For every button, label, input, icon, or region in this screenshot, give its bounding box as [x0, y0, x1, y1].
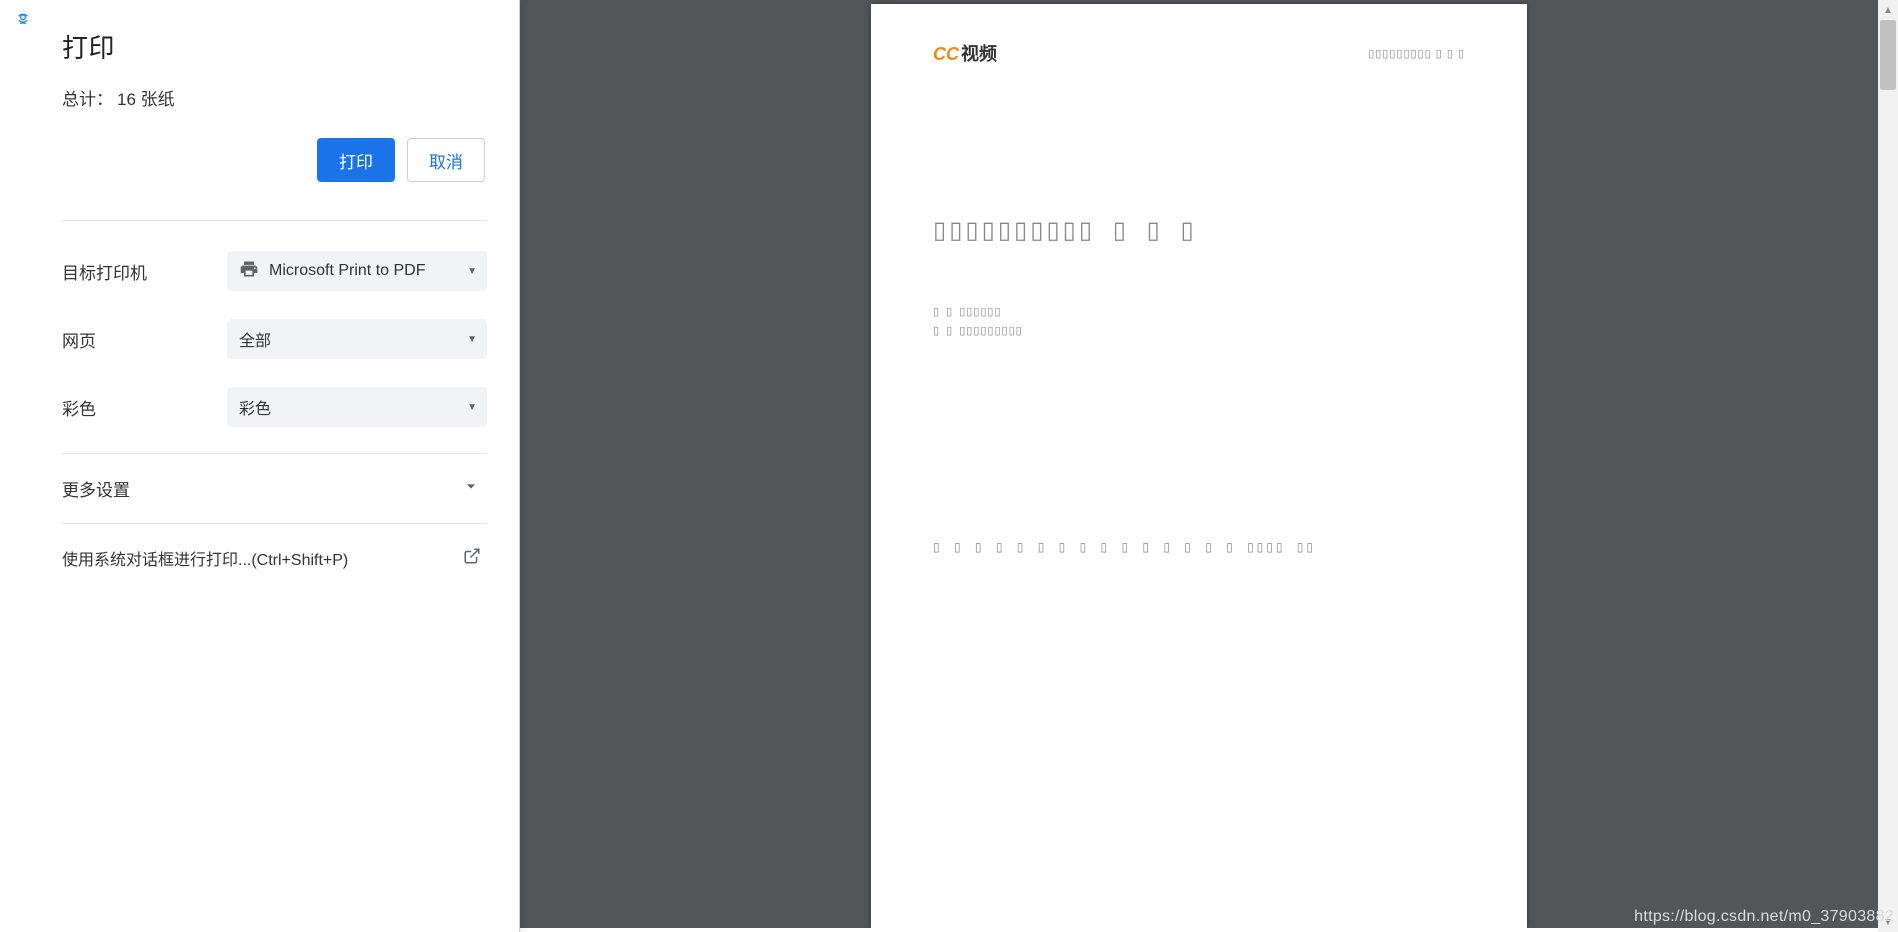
scroll-thumb[interactable]: [1880, 20, 1896, 90]
sheet-count: 总计：16 张纸: [62, 85, 487, 110]
system-print-link[interactable]: 使用系统对话框进行打印...(Ctrl+Shift+P): [62, 524, 487, 592]
logo: CC视频: [933, 40, 997, 66]
color-value: 彩色: [239, 395, 467, 419]
printer-value: Microsoft Print to PDF: [269, 262, 467, 280]
print-preview[interactable]: CC视频 ▯▯▯▯▯▯▯▯▯ ▯ ▯ ▯ ▯▯▯▯▯▯▯▯▯▯ ▯ ▯ ▯ ▯ …: [520, 0, 1878, 932]
browser-left-edge: [0, 0, 30, 932]
page-header: CC视频 ▯▯▯▯▯▯▯▯▯ ▯ ▯ ▯: [933, 40, 1465, 66]
pages-dropdown[interactable]: 全部 ▼: [227, 319, 487, 359]
pages-label: 网页: [62, 327, 227, 352]
printer-icon: [239, 259, 259, 284]
header-right-text: ▯▯▯▯▯▯▯▯▯ ▯ ▯ ▯: [1368, 47, 1465, 60]
app-icon: [15, 12, 31, 33]
logo-text: 视频: [961, 44, 997, 64]
logo-cc: CC: [933, 44, 959, 64]
scroll-up-button[interactable]: ▲: [1878, 0, 1898, 20]
meta-line-2: ▯ ▯ ▯▯▯▯▯▯▯▯▯: [933, 322, 1465, 341]
summary-value: 16 张纸: [117, 90, 175, 109]
printer-label: 目标打印机: [62, 259, 227, 284]
document-body: ▯ ▯ ▯ ▯ ▯ ▯ ▯ ▯ ▯ ▯ ▯ ▯ ▯ ▯ ▯ ▯▯▯▯ ▯▯: [933, 540, 1465, 554]
bottom-white-strip: [390, 928, 1878, 932]
setting-pages: 网页 全部 ▼: [62, 305, 487, 373]
open-external-icon: [463, 547, 481, 570]
vertical-scrollbar[interactable]: ▲ ▼: [1878, 0, 1898, 932]
setting-printer: 目标打印机 Microsoft Print to PDF ▼: [62, 237, 487, 305]
meta-line-1: ▯ ▯ ▯▯▯▯▯▯: [933, 303, 1465, 322]
chevron-down-icon: ▼: [467, 402, 477, 413]
action-buttons: 打印 取消: [62, 138, 487, 182]
watermark: https://blog.csdn.net/m0_37903882: [1634, 908, 1894, 926]
print-button[interactable]: 打印: [317, 138, 395, 182]
more-settings[interactable]: 更多设置: [62, 453, 487, 524]
print-settings: 目标打印机 Microsoft Print to PDF ▼ 网页 全部 ▼ 彩…: [62, 220, 487, 441]
dialog-title: 打印: [62, 28, 487, 65]
printer-dropdown[interactable]: Microsoft Print to PDF ▼: [227, 251, 487, 291]
system-print-label: 使用系统对话框进行打印...(Ctrl+Shift+P): [62, 546, 348, 570]
print-dialog: 打印 总计：16 张纸 打印 取消 目标打印机 Microsoft Print …: [30, 0, 520, 932]
color-dropdown[interactable]: 彩色 ▼: [227, 387, 487, 427]
color-label: 彩色: [62, 395, 227, 420]
preview-page: CC视频 ▯▯▯▯▯▯▯▯▯ ▯ ▯ ▯ ▯▯▯▯▯▯▯▯▯▯ ▯ ▯ ▯ ▯ …: [871, 4, 1527, 928]
document-meta: ▯ ▯ ▯▯▯▯▯▯ ▯ ▯ ▯▯▯▯▯▯▯▯▯: [933, 303, 1465, 340]
setting-color: 彩色 彩色 ▼: [62, 373, 487, 441]
cancel-button[interactable]: 取消: [407, 138, 485, 182]
chevron-down-icon: [461, 476, 481, 501]
summary-label: 总计：: [62, 90, 113, 109]
document-title: ▯▯▯▯▯▯▯▯▯▯ ▯ ▯ ▯: [933, 216, 1465, 245]
chevron-down-icon: ▼: [467, 266, 477, 277]
more-settings-label: 更多设置: [62, 476, 130, 501]
chevron-down-icon: ▼: [467, 334, 477, 345]
pages-value: 全部: [239, 327, 467, 351]
